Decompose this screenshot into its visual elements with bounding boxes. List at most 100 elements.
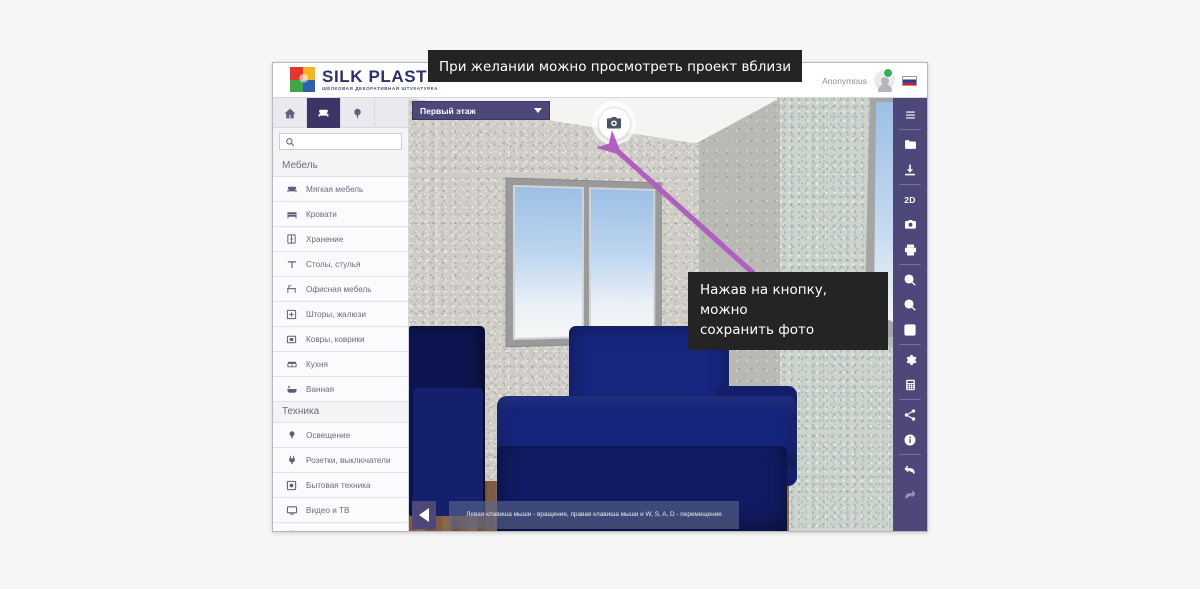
toolbar-print-button[interactable]: [893, 237, 927, 262]
folder-icon: [904, 140, 916, 149]
callout-top-text: При желании можно просмотреть проект вбл…: [439, 59, 792, 75]
sidebar-item-tables-chairs[interactable]: Столы, стулья: [273, 252, 408, 277]
armchair-object: [409, 326, 485, 516]
undo-icon: [904, 465, 915, 474]
sidebar-item-kitchen[interactable]: Кухня: [273, 352, 408, 377]
tv-icon: [284, 505, 299, 516]
sidebar-item-beds[interactable]: Кровати: [273, 202, 408, 227]
toolbar-download-button[interactable]: [893, 157, 927, 182]
carpet-icon: [284, 334, 299, 345]
plug-icon: [284, 454, 299, 466]
toolbar-menu-button[interactable]: [893, 102, 927, 127]
sidebar-item-video-tv[interactable]: Видео и ТВ: [273, 498, 408, 523]
window-left: [505, 177, 662, 348]
camera-icon: [606, 117, 622, 129]
search-input[interactable]: [299, 137, 408, 146]
sofa-icon: [284, 184, 299, 195]
sidebar-item-kitchen-appliances[interactable]: Кухонная техника: [273, 523, 408, 532]
toolbar-screenshot-button[interactable]: [893, 212, 927, 237]
toolbar-zoom-out-button[interactable]: [893, 292, 927, 317]
sidebar-item-carpets[interactable]: Ковры, коврики: [273, 327, 408, 352]
group-title-furniture: Мебель: [273, 156, 408, 177]
toolbar-calculator-button[interactable]: [893, 372, 927, 397]
toolbar-2d-label: 2D: [904, 194, 916, 205]
sidebar-item-label: Шторы, жалюзи: [306, 309, 366, 319]
sidebar-item-label: Освещение: [306, 430, 351, 440]
camera-icon: [904, 219, 916, 229]
wardrobe-icon: [284, 233, 299, 245]
hamburger-icon: [905, 111, 915, 119]
zoom-out-icon: [904, 298, 916, 311]
sidebar-item-office-furniture[interactable]: Офисная мебель: [273, 277, 408, 302]
toolbar-redo-button[interactable]: [893, 482, 927, 507]
callout-bottom-line1: Нажав на кнопку, можно: [700, 282, 827, 318]
toolbar-settings-button[interactable]: [893, 347, 927, 372]
tab-furniture[interactable]: [307, 98, 341, 128]
toolbar-projects-button[interactable]: [893, 132, 927, 157]
sidebar-item-label: Мягкая мебель: [306, 184, 364, 194]
callout-bottom: Нажав на кнопку, можно сохранить фото: [688, 272, 888, 350]
lamp-icon: [284, 429, 299, 441]
info-icon: [904, 434, 916, 445]
online-status-dot: [883, 68, 893, 78]
search-row: [273, 128, 408, 156]
sidebar-tabs: [273, 98, 408, 128]
sidebar-tabs-filler: [375, 98, 408, 128]
tab-home[interactable]: [273, 98, 307, 128]
sidebar-item-label: Хранение: [306, 234, 344, 244]
sidebar-item-label: Видео и ТВ: [306, 505, 350, 515]
share-icon: [904, 408, 916, 421]
triangle-left-icon: [419, 508, 429, 522]
sidebar-item-label: Офисная мебель: [306, 284, 372, 294]
sidebar-item-sockets[interactable]: Розетки, выключатели: [273, 448, 408, 473]
navigation-hint-bar: Левая клавиша мыши - вращение, правая кл…: [449, 501, 739, 529]
kitchen-icon: [284, 359, 299, 370]
floor-selector-label: Первый этаж: [420, 105, 476, 116]
take-photo-button[interactable]: [592, 101, 636, 145]
toolbar-2d-view-button[interactable]: 2D: [893, 187, 927, 212]
toolbar-zoom-in-button[interactable]: [893, 267, 927, 292]
toolbar-undo-button[interactable]: [893, 457, 927, 482]
kitchen-appliance-icon: [284, 530, 299, 531]
toolbar-share-button[interactable]: [893, 402, 927, 427]
tab-plants[interactable]: [341, 98, 375, 128]
zoom-in-icon: [904, 273, 916, 286]
sidebar-item-label: Бытовая техника: [306, 480, 371, 490]
user-name-label: Anonymous: [822, 75, 867, 86]
download-icon: [905, 163, 915, 175]
sidebar-item-label: Ковры, коврики: [306, 334, 365, 344]
chevron-down-icon: [534, 108, 542, 113]
logo-subtitle: ШЁЛКОВАЯ ДЕКОРАТИВНАЯ ШТУКАТУРКА: [322, 86, 438, 91]
sidebar-item-storage[interactable]: Хранение: [273, 227, 408, 252]
office-desk-icon: [284, 284, 299, 295]
header-user-area: Anonymous: [822, 63, 927, 98]
navigation-hint-text: Левая клавиша мыши - вращение, правая кл…: [466, 511, 722, 518]
sidebar-item-label: Кровати: [306, 209, 337, 219]
sidebar-item-soft-furniture[interactable]: Мягкая мебель: [273, 177, 408, 202]
sidebar-item-home-appliances[interactable]: Бытовая техника: [273, 473, 408, 498]
callout-bottom-line2: сохранить фото: [700, 322, 815, 338]
sidebar-item-label: Кухонная техника: [306, 531, 373, 532]
ru-flag-icon[interactable]: [902, 75, 917, 86]
sidebar-item-curtains[interactable]: Шторы, жалюзи: [273, 302, 408, 327]
sidebar-item-lighting[interactable]: Освещение: [273, 423, 408, 448]
group-title-appliances: Техника: [273, 402, 408, 423]
calculator-icon: [905, 379, 915, 390]
search-box[interactable]: [279, 133, 408, 150]
curtains-icon: [284, 309, 299, 320]
left-sidebar: Мебель Мягкая мебель Кровати Хранение Ст…: [273, 98, 409, 532]
toolbar-info-button[interactable]: [893, 427, 927, 452]
sidebar-item-bathroom[interactable]: Ванная: [273, 377, 408, 402]
floor-selector-dropdown[interactable]: Первый этаж: [412, 101, 550, 120]
sidebar-item-label: Розетки, выключатели: [306, 455, 391, 465]
sidebar-item-label: Кухня: [306, 359, 328, 369]
bathtub-icon: [284, 384, 299, 395]
callout-top: При желании можно просмотреть проект вбл…: [428, 50, 803, 82]
toolbar-fullscreen-button[interactable]: [893, 317, 927, 342]
sidebar-item-label: Ванная: [306, 384, 335, 394]
silk-plaster-logo-icon: [290, 67, 315, 92]
avatar[interactable]: [874, 68, 895, 92]
external-link-icon: [904, 323, 916, 336]
table-icon: [284, 259, 299, 270]
collapse-panel-button[interactable]: [412, 501, 436, 529]
